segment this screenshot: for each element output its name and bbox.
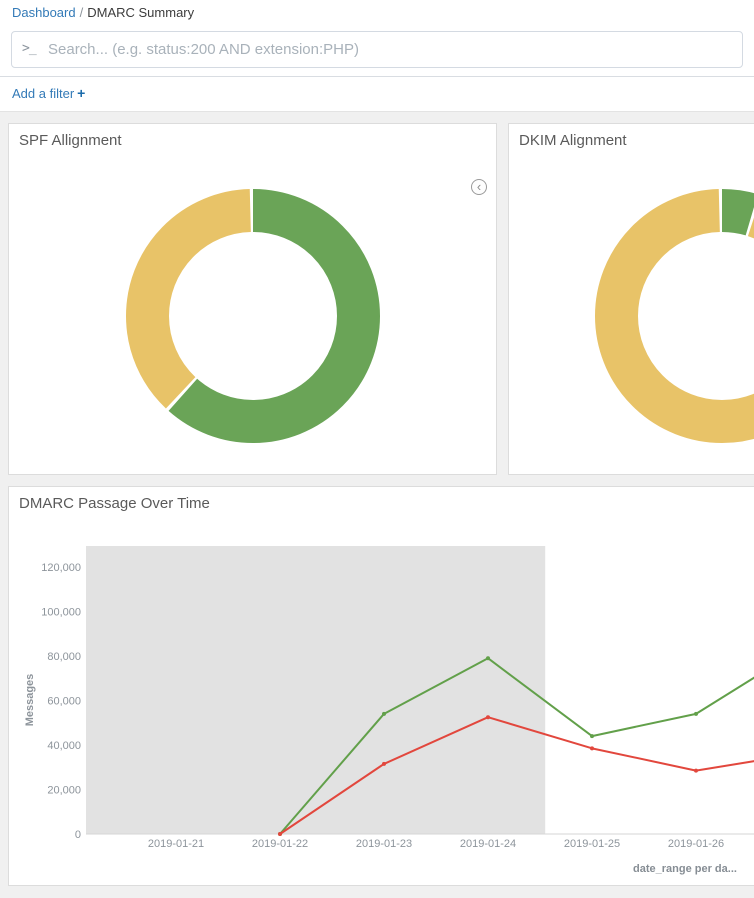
svg-text:80,000: 80,000 — [47, 651, 81, 663]
console-prompt-icon: >_ — [22, 41, 36, 56]
svg-text:100,000: 100,000 — [41, 607, 81, 619]
search-bar: >_ — [0, 25, 754, 77]
breadcrumb-separator: / — [80, 5, 84, 20]
breadcrumb: Dashboard /DMARC Summary — [0, 0, 754, 25]
spf-alignment-panel: SPF Allignment ‹ — [8, 123, 497, 475]
svg-text:40,000: 40,000 — [47, 740, 81, 752]
dkim-panel-title: DKIM Alignment — [509, 124, 754, 157]
dmarc-panel-title: DMARC Passage Over Time — [9, 487, 754, 520]
dkim-alignment-panel: DKIM Alignment — [508, 123, 754, 475]
dashboard-area: SPF Allignment ‹ DKIM Alignment DMARC Pa… — [0, 112, 754, 898]
search-input[interactable] — [11, 31, 743, 68]
add-filter-label: Add a filter — [12, 86, 74, 101]
circle-arrow-glyph: ‹ — [477, 179, 481, 194]
svg-text:2019-01-25: 2019-01-25 — [564, 838, 620, 850]
spf-panel-title: SPF Allignment — [9, 124, 496, 157]
breadcrumb-current: DMARC Summary — [87, 5, 194, 20]
dkim-donut-chart[interactable] — [593, 187, 754, 445]
add-filter-button[interactable]: Add a filter+ — [12, 86, 85, 101]
svg-text:2019-01-26: 2019-01-26 — [668, 838, 724, 850]
x-axis-title: date_range per da... — [633, 863, 737, 875]
plus-icon: + — [77, 85, 85, 101]
svg-text:2019-01-21: 2019-01-21 — [148, 838, 204, 850]
spf-donut-chart[interactable] — [124, 187, 382, 445]
svg-text:2019-01-24: 2019-01-24 — [460, 838, 516, 850]
svg-text:0: 0 — [75, 829, 81, 841]
svg-text:60,000: 60,000 — [47, 696, 81, 708]
svg-text:2019-01-22: 2019-01-22 — [252, 838, 308, 850]
svg-text:120,000: 120,000 — [41, 562, 81, 574]
dmarc-line-chart[interactable]: 0 20,000 40,000 60,000 80,000 100,000 120,000 2… — [9, 522, 754, 856]
breadcrumb-dashboard-link[interactable]: Dashboard — [12, 5, 76, 20]
svg-text:2019-01-23: 2019-01-23 — [356, 838, 412, 850]
circle-arrow-icon[interactable]: ‹ — [471, 179, 487, 195]
dmarc-passage-panel: DMARC Passage Over Time Messages 020,000… — [8, 486, 754, 886]
svg-text:20,000: 20,000 — [47, 785, 81, 797]
filter-bar: Add a filter+ — [0, 77, 754, 112]
